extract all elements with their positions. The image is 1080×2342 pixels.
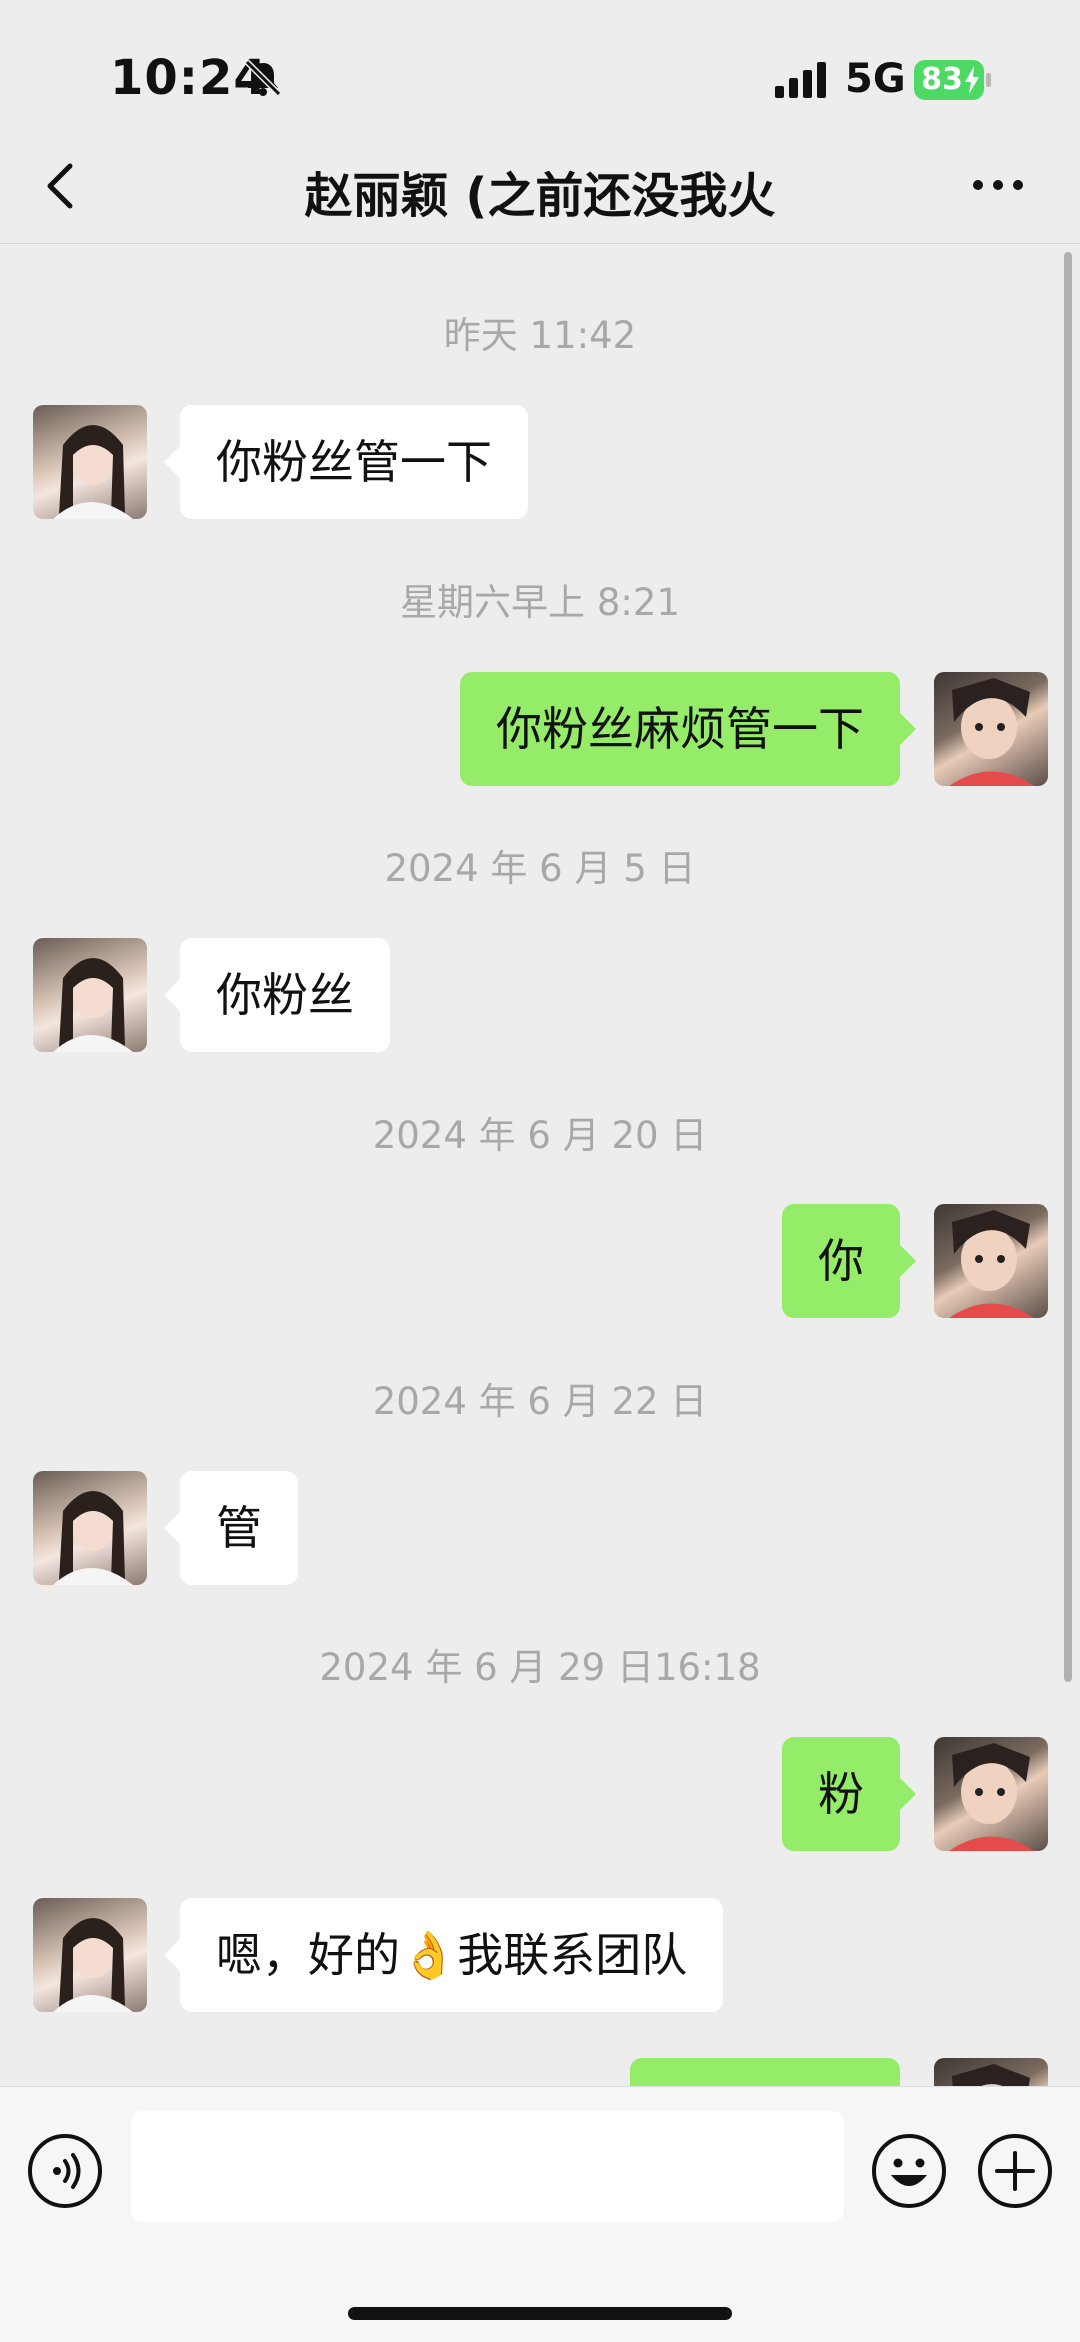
timestamp: 2024 年 6 月 20 日 xyxy=(372,1114,708,1157)
timestamp: 昨天 11:42 xyxy=(443,314,637,357)
timestamp: 2024 年 6 月 22 日 xyxy=(372,1380,708,1423)
message-bubble-incoming[interactable]: 嗯，好的👌我联系团队 xyxy=(163,1898,724,2012)
status-bar: 10:24 5G 83 xyxy=(0,0,1080,130)
back-arrow-icon[interactable] xyxy=(36,160,88,212)
message-bubble-incoming[interactable]: 你粉丝 xyxy=(164,938,390,1052)
contact-avatar[interactable] xyxy=(33,405,147,519)
message-bubble-outgoing[interactable]: 你 xyxy=(782,1204,916,1318)
battery-indicator: 83 xyxy=(914,60,984,100)
bell-muted-icon xyxy=(244,59,282,97)
plus-icon[interactable] xyxy=(977,2133,1053,2209)
message-bubble-incoming[interactable]: 你粉丝管一下 xyxy=(164,405,528,519)
timestamp: 2024 年 6 月 29 日16:18 xyxy=(319,1646,761,1689)
emoji-icon[interactable] xyxy=(871,2133,947,2209)
signal-icon xyxy=(775,62,826,98)
timestamp: 2024 年 6 月 5 日 xyxy=(384,847,696,890)
message-bubble-outgoing[interactable]: 你粉丝麻烦管一下 xyxy=(460,672,916,786)
scrollbar[interactable] xyxy=(1064,252,1072,1682)
timestamp: 星期六早上 8:21 xyxy=(400,581,680,624)
bolt-icon xyxy=(965,66,979,94)
battery-cap xyxy=(986,73,991,87)
user-avatar[interactable] xyxy=(934,1204,1048,1318)
chat-title: 赵丽颖 (之前还没我火 xyxy=(304,168,776,224)
contact-avatar[interactable] xyxy=(33,938,147,1052)
more-icon[interactable] xyxy=(968,170,1028,200)
home-indicator xyxy=(348,2307,732,2320)
contact-avatar[interactable] xyxy=(33,1471,147,1585)
message-input[interactable] xyxy=(131,2111,844,2222)
user-avatar[interactable] xyxy=(934,672,1048,786)
network-type: 5G xyxy=(845,56,906,102)
input-bar xyxy=(0,2086,1080,2342)
message-bubble-incoming[interactable]: 管 xyxy=(164,1471,298,1585)
message-bubble-outgoing[interactable]: 粉 xyxy=(782,1737,916,1851)
user-avatar[interactable] xyxy=(934,1737,1048,1851)
chat-header: 赵丽颖 (之前还没我火 xyxy=(0,130,1080,244)
voice-icon[interactable] xyxy=(27,2133,103,2209)
battery-level: 83 xyxy=(921,62,963,97)
contact-avatar[interactable] xyxy=(33,1898,147,2012)
